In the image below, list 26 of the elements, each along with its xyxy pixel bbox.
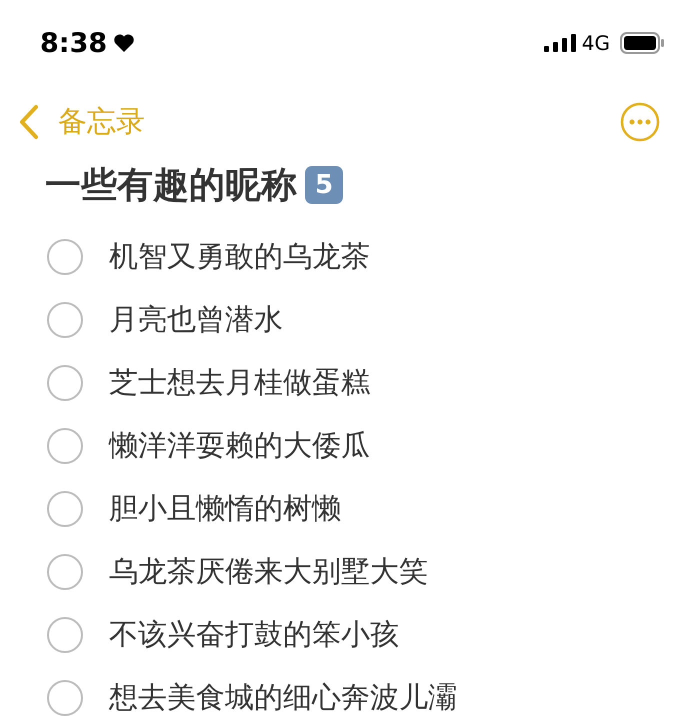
checkbox[interactable] [47,238,83,274]
heart-icon [113,33,136,53]
note-title: 一些有趣的昵称 [45,164,297,208]
checklist-item-text: 机智又勇敢的乌龙茶 [109,238,370,274]
checkbox[interactable] [47,680,83,716]
status-time: 8:38 [40,28,108,58]
checkbox[interactable] [47,490,83,526]
number-badge: 5 [305,166,343,204]
back-button[interactable]: 备忘录 [18,102,145,142]
more-icon[interactable] [620,102,660,142]
checkbox[interactable] [47,302,83,338]
checklist-item-text: 不该兴奋打鼓的笨小孩 [109,616,399,652]
chevron-left-icon [18,104,40,140]
checkbox[interactable] [47,554,83,590]
checkbox[interactable] [47,616,83,652]
checklist-item-text: 芝士想去月桂做蛋糕 [109,364,370,400]
battery-icon [620,32,664,54]
checklist-item-text: 月亮也曾潜水 [109,300,283,338]
checklist-item-text: 懒洋洋耍赖的大倭瓜 [109,426,370,464]
checkbox[interactable] [47,428,83,464]
checklist-item-text: 想去美食城的细心奔波儿灞 [109,678,457,716]
signal-icon [544,33,576,53]
network-label: 4G [582,31,610,55]
checklist-item-text: 乌龙茶厌倦来大别墅大笑 [109,552,428,590]
checklist-item-text: 胆小且懒惰的树懒 [109,490,341,526]
checkbox[interactable] [47,364,83,400]
